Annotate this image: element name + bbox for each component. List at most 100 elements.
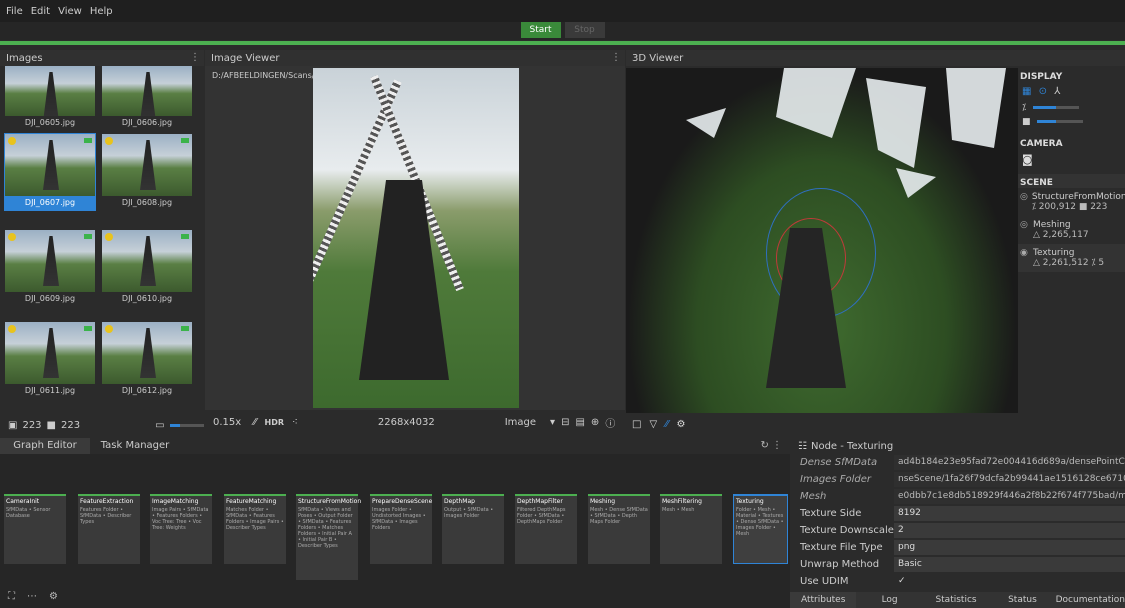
attribute-editor: ☷ Node - Texturing Dense SfMData ad4b184e… <box>790 438 1125 608</box>
hdr-toggle[interactable]: HDR <box>265 418 285 427</box>
image-viewer-header: Image Viewer ⋮ <box>205 50 625 66</box>
tab-status[interactable]: Status <box>989 592 1055 608</box>
node-featurematching[interactable]: FeatureMatching Matches Folder • SfMData … <box>224 494 286 564</box>
attr-value[interactable]: nseScene/1fa26f79dcfa2b99441ae1516128ce6… <box>894 472 1125 487</box>
tab-graph-editor[interactable]: Graph Editor <box>0 438 90 454</box>
node-camerainit[interactable]: CameraInit SfMData • Sensor Database <box>4 494 66 564</box>
3d-viewer-title: 3D Viewer <box>632 52 684 64</box>
axis-icon[interactable]: ⅄ <box>1054 86 1060 97</box>
eye-icon[interactable]: ◉ <box>1020 248 1029 268</box>
triangle-icon[interactable]: ▽ <box>649 419 657 430</box>
menu-file[interactable]: File <box>6 6 23 17</box>
graph-editor[interactable]: CameraInit SfMData • Sensor Database Feat… <box>0 454 790 608</box>
chevron-down-icon[interactable]: ▾ <box>550 417 555 428</box>
images-panel: DJI_0605.jpg DJI_0606.jpg DJI_0607.jpg D… <box>0 66 204 414</box>
camera-scale-slider[interactable] <box>1037 120 1084 123</box>
attr-row: Dense SfMData ad4b184e23e95fad72e004416d6… <box>800 455 1125 470</box>
sfm-status-icon <box>8 233 16 241</box>
node-imagematching[interactable]: ImageMatching Image Pairs • SfMData • Fea… <box>150 494 212 564</box>
3d-scene-canvas[interactable] <box>626 68 1018 413</box>
texture-filetype-select[interactable]: png <box>894 540 1125 555</box>
features-icon[interactable]: ⁖ <box>292 417 298 428</box>
image-thumbnail[interactable]: DJI_0607.jpg <box>4 133 96 211</box>
thumbnail-size-icon: ▭ <box>155 419 165 431</box>
node-structurefrommotion[interactable]: StructureFromMotion SfMData • Views and P… <box>296 494 361 580</box>
eye-icon[interactable]: ◎ <box>1020 192 1028 212</box>
camera-status-icon <box>84 234 92 239</box>
node-meshing[interactable]: Meshing Mesh • Dense SfMData • SfMData • … <box>588 494 650 564</box>
viewer-image[interactable] <box>313 68 519 408</box>
fit-view-icon[interactable]: ⛶ <box>8 591 15 602</box>
start-button[interactable]: Start <box>520 22 561 38</box>
more-icon[interactable]: ⋯ <box>27 591 37 602</box>
tab-attributes[interactable]: Attributes <box>790 592 857 608</box>
settings-icon[interactable]: ⚙ <box>677 419 686 430</box>
images-panel-title: Images <box>6 52 43 64</box>
menu-edit[interactable]: Edit <box>31 6 50 17</box>
node-featureextraction[interactable]: FeatureExtraction Features Folder • SfMDa… <box>78 494 140 564</box>
eye-icon[interactable]: ◎ <box>1020 220 1029 240</box>
image-thumbnail[interactable]: DJI_0608.jpg <box>102 134 192 210</box>
attr-row: Unwrap Method Basic <box>790 556 1125 573</box>
image-thumbnail[interactable]: DJI_0609.jpg <box>5 230 95 306</box>
wireframe-icon[interactable]: ⁄⁄ <box>665 419 668 430</box>
kebab-menu-icon[interactable]: ⋮ <box>190 52 200 63</box>
use-udim-checkbox[interactable]: ✓ <box>894 574 1125 589</box>
display-toolbar: ▦ ⊙ ⅄ <box>1018 82 1125 101</box>
unwrap-method-select[interactable]: Basic <box>894 557 1125 572</box>
attr-value[interactable]: ad4b184e23e95fad72e004416d689a/densePoin… <box>894 455 1125 470</box>
tab-task-manager[interactable]: Task Manager <box>90 438 180 454</box>
image-thumbnail[interactable]: DJI_0606.jpg <box>102 66 192 130</box>
point-size-slider[interactable] <box>1032 106 1079 109</box>
image-thumbnail[interactable]: DJI_0610.jpg <box>102 230 192 306</box>
scene-item-sfm[interactable]: ◎ StructureFromMotion ⁒ 200,912 ■ 223 <box>1018 188 1125 216</box>
grid-icon[interactable]: ▦ <box>1022 86 1031 97</box>
viewer-mode-select[interactable]: Image <box>505 417 536 428</box>
tab-log[interactable]: Log <box>856 592 922 608</box>
3d-viewer-header: 3D Viewer <box>626 50 1125 66</box>
scene-item-texturing[interactable]: ◉ Texturing △ 2,261,512 ⁒ 5 <box>1018 244 1125 272</box>
attr-row: Texture Downscale 2 <box>790 522 1125 539</box>
3d-viewer-footer: □ ▽ ⁄⁄ ⚙ <box>626 413 1018 435</box>
square-icon[interactable]: □ <box>632 419 641 430</box>
fit-icon[interactable]: ⊟ <box>561 417 569 428</box>
camera-count: 223 <box>61 419 81 431</box>
metadata-icon[interactable]: ▤ <box>575 417 584 428</box>
tab-documentation[interactable]: Documentation <box>1056 592 1125 608</box>
thumbnail-size-slider[interactable] <box>169 423 204 427</box>
texture-downscale-select[interactable]: 2 <box>894 523 1125 538</box>
kebab-menu-icon[interactable]: ⋮ <box>611 52 621 63</box>
point-size-row: ⁒ <box>1018 101 1125 115</box>
camera-status-icon <box>181 138 189 143</box>
graph-footer: ⛶ ⋯ ⚙ <box>8 591 58 602</box>
attr-value[interactable]: e0dbb7c1e8db518929f446a2f8b22f674f775bad… <box>894 489 1125 504</box>
hatch-icon[interactable]: ⁄⁄ <box>253 417 256 428</box>
camera-status-icon <box>181 234 189 239</box>
sfm-status-icon <box>105 137 113 145</box>
attr-row: Texture Side 8192 <box>790 505 1125 522</box>
image-thumbnail[interactable]: DJI_0611.jpg <box>5 322 95 398</box>
menu-view[interactable]: View <box>58 6 82 17</box>
tab-statistics[interactable]: Statistics <box>923 592 989 608</box>
node-meshfiltering[interactable]: MeshFiltering Mesh • Mesh <box>660 494 722 564</box>
node-depthmapfilter[interactable]: DepthMapFilter Filtered DepthMaps Folder … <box>515 494 577 564</box>
meshroom-window: File Edit View Help Start Stop Images ⋮ … <box>0 0 1125 608</box>
image-count: 223 <box>22 419 42 431</box>
target-icon[interactable]: ⊙ <box>1039 86 1047 97</box>
scene-section-title: SCENE <box>1018 174 1125 188</box>
node-preparedensescene[interactable]: PrepareDenseScene Images Folder • Undisto… <box>370 494 432 564</box>
menu-help[interactable]: Help <box>90 6 113 17</box>
settings-icon[interactable]: ⚙ <box>49 591 58 602</box>
image-thumbnail[interactable]: DJI_0605.jpg <box>5 66 95 130</box>
texture-side-select[interactable]: 8192 <box>894 506 1125 521</box>
snapshot-icon[interactable]: ◙ <box>1018 149 1125 170</box>
stop-button[interactable]: Stop <box>564 22 605 38</box>
globe-icon[interactable]: ⊕ <box>591 417 599 428</box>
scene-item-meshing[interactable]: ◎ Meshing △ 2,265,117 <box>1018 216 1125 244</box>
refresh-icon[interactable]: ↻ ⋮ <box>760 438 790 454</box>
image-thumbnail[interactable]: DJI_0612.jpg <box>102 322 192 398</box>
camera-icon: ■ <box>46 419 56 431</box>
node-depthmap[interactable]: DepthMap Output • SfMData • Images Folder <box>442 494 504 564</box>
info-icon[interactable]: ⓘ <box>605 415 615 430</box>
node-texturing[interactable]: Texturing Folder • Mesh • Material • Text… <box>733 494 788 564</box>
